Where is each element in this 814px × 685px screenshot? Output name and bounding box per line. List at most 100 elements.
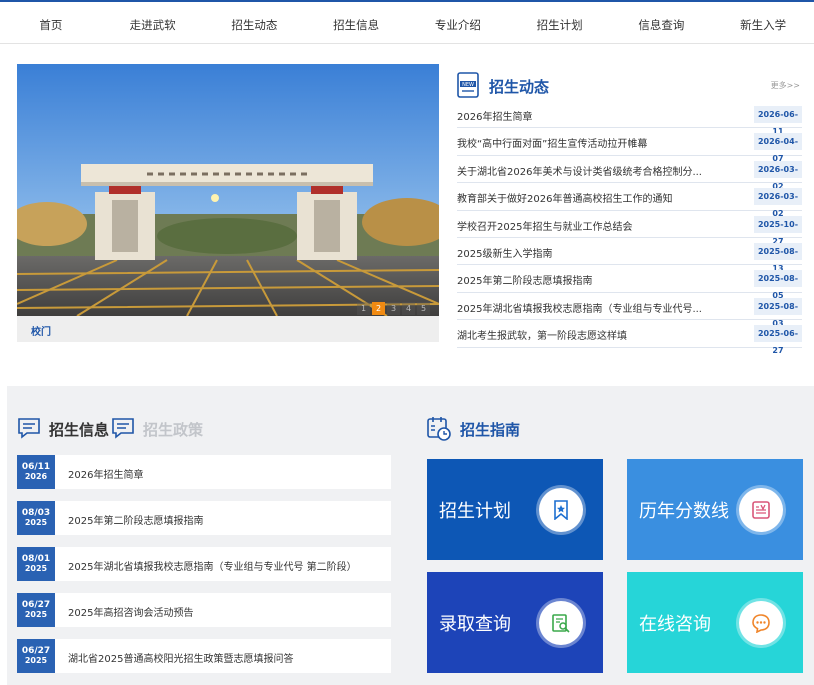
- tab-admission-policy[interactable]: 招生政策: [143, 419, 203, 440]
- news-item[interactable]: 关于湖北省2026年美术与设计类省级统考合格控制分... 2026-03-02: [457, 156, 802, 191]
- date-month-day: 08/01: [21, 554, 51, 564]
- news-item-date: 2025-08-13: [754, 242, 802, 273]
- search-doc-icon: [552, 614, 570, 633]
- news-item[interactable]: 2026年招生简章 2026-06-11: [457, 101, 802, 136]
- date-badge: 08/01 2025: [17, 547, 55, 581]
- list-item[interactable]: 06/27 2025 湖北省2025普通高校阳光招生政策暨志愿填报问答: [17, 639, 391, 673]
- slider-page-2[interactable]: 2: [372, 302, 385, 315]
- date-year: 2025: [24, 610, 48, 619]
- news-item-date: 2025-08-03: [754, 297, 802, 328]
- date-year: 2025: [24, 656, 48, 665]
- card-icon-circle: [739, 601, 783, 645]
- news-item-title: 我校“高中行面对面”招生宣传活动拉开帷幕: [457, 139, 648, 151]
- news-item-title: 2026年招生简章: [457, 112, 533, 123]
- date-month-day: 06/27: [21, 646, 51, 656]
- info-tabs: 招生信息 招生政策: [17, 415, 237, 443]
- news-item[interactable]: 湖北考生报武软，第一阶段志愿这样填 2025-06-27: [457, 320, 802, 355]
- news-item-title: 学校召开2025年招生与就业工作总结会: [457, 221, 633, 233]
- news-item-date: 2026-06-11: [754, 106, 802, 136]
- news-item-date: 2025-06-27: [754, 325, 802, 355]
- news-item-date: 2025-08-05: [754, 270, 802, 300]
- nav-majors[interactable]: 专业介绍: [407, 10, 509, 43]
- slider-pager: 1 2 3 4 5: [357, 302, 430, 315]
- guide-header: 招生指南: [426, 415, 626, 443]
- bookmark-icon: [554, 500, 568, 520]
- news-item[interactable]: 2025年第二阶段志愿填报指南 2025-08-05: [457, 265, 802, 300]
- card-label: 录取查询: [439, 614, 511, 635]
- list-item-title: 2025年第二阶段志愿填报指南: [68, 516, 204, 527]
- news-item-date: 2026-04-07: [754, 133, 802, 163]
- news-item[interactable]: 2025年湖北省填报我校志愿指南（专业组与专业代号... 2025-08-03: [457, 293, 802, 328]
- card-label: 在线咨询: [639, 614, 711, 635]
- news-item[interactable]: 2025级新生入学指南 2025-08-13: [457, 238, 802, 273]
- news-title: 招生动态: [489, 78, 550, 96]
- list-item-title: 湖北省2025普通高校阳光招生政策暨志愿填报问答: [68, 654, 294, 665]
- chat-icon: [752, 614, 770, 633]
- date-badge: 06/27 2025: [17, 639, 55, 673]
- nav-freshman[interactable]: 新生入学: [712, 10, 814, 43]
- nav-about[interactable]: 走进武软: [102, 10, 204, 43]
- list-item-title: 2026年招生简章: [68, 470, 144, 481]
- card-online-consult[interactable]: 在线咨询: [627, 572, 803, 673]
- slider-caption: 校门: [31, 327, 51, 338]
- news-item[interactable]: 我校“高中行面对面”招生宣传活动拉开帷幕 2026-04-07: [457, 128, 802, 163]
- news-item-title: 2025年第二阶段志愿填报指南: [457, 276, 593, 288]
- document-icon: [752, 501, 770, 519]
- date-year: 2025: [24, 518, 48, 527]
- news-item-title: 教育部关于做好2026年普通高校招生工作的通知: [457, 194, 673, 206]
- slider-page-5[interactable]: 5: [417, 302, 430, 315]
- nav-home[interactable]: 首页: [0, 10, 102, 43]
- nav-admission-plan[interactable]: 招生计划: [509, 10, 611, 43]
- news-panel: NEW 招生动态 更多>> 2026年招生简章 2026-06-11 我校“高中行…: [457, 72, 802, 355]
- nav-admission-news[interactable]: 招生动态: [204, 10, 306, 43]
- main-nav: 首页 走进武软 招生动态 招生信息 专业介绍 招生计划 信息查询 新生入学: [0, 10, 814, 44]
- message-icon: [18, 418, 40, 439]
- news-item-date: 2026-03-02: [754, 160, 802, 191]
- calendar-clock-icon: [427, 417, 451, 441]
- info-list: 06/11 2026 2026年招生简章 08/03 2025 2025年第二阶段志…: [17, 455, 391, 685]
- date-month-day: 06/27: [21, 600, 51, 610]
- slider-page-1[interactable]: 1: [357, 302, 370, 315]
- date-year: 2026: [24, 472, 48, 481]
- card-icon-circle: [739, 488, 783, 532]
- photo-slider: [17, 64, 439, 342]
- news-item-date: 2025-10-27: [754, 215, 802, 246]
- date-badge: 06/11 2026: [17, 455, 55, 489]
- tab-admission-info[interactable]: 招生信息: [49, 419, 109, 440]
- list-item[interactable]: 06/11 2026 2026年招生简章: [17, 455, 391, 489]
- card-label: 历年分数线: [639, 501, 729, 522]
- news-header: NEW 招生动态 更多>>: [457, 72, 802, 102]
- message-icon: [112, 418, 134, 439]
- card-score-history[interactable]: 历年分数线: [627, 459, 803, 560]
- card-label: 招生计划: [439, 501, 511, 522]
- list-item[interactable]: 08/01 2025 2025年湖北省填报我校志愿指南（专业组与专业代号 第二阶段…: [17, 547, 391, 581]
- slider-page-3[interactable]: 3: [387, 302, 400, 315]
- guide-title: 招生指南: [460, 421, 521, 439]
- list-item[interactable]: 06/27 2025 2025年高招咨询会活动预告: [17, 593, 391, 627]
- news-item-title: 关于湖北省2026年美术与设计类省级统考合格控制分...: [457, 166, 702, 178]
- date-badge: 06/27 2025: [17, 593, 55, 627]
- top-accent-line: [0, 0, 814, 2]
- news-list: 2026年招生简章 2026-06-11 我校“高中行面对面”招生宣传活动拉开帷幕…: [457, 101, 802, 355]
- news-item[interactable]: 学校召开2025年招生与就业工作总结会 2025-10-27: [457, 211, 802, 246]
- list-item-title: 2025年高招咨询会活动预告: [68, 608, 194, 619]
- news-icon: NEW: [457, 72, 479, 98]
- slider-page-4[interactable]: 4: [402, 302, 415, 315]
- card-icon-circle: [539, 488, 583, 532]
- news-item-title: 2025级新生入学指南: [457, 248, 553, 260]
- date-month-day: 08/03: [21, 508, 51, 518]
- news-more-link[interactable]: 更多>>: [771, 80, 800, 91]
- card-icon-circle: [539, 601, 583, 645]
- campus-gate-photo[interactable]: [17, 64, 439, 316]
- date-month-day: 06/11: [21, 462, 51, 472]
- nav-info-query[interactable]: 信息查询: [611, 10, 713, 43]
- date-year: 2025: [24, 564, 48, 573]
- list-item-title: 2025年湖北省填报我校志愿指南（专业组与专业代号 第二阶段）: [68, 562, 357, 573]
- card-admission-query[interactable]: 录取查询: [427, 572, 603, 673]
- card-admission-plan[interactable]: 招生计划: [427, 459, 603, 560]
- date-badge: 08/03 2025: [17, 501, 55, 535]
- list-item[interactable]: 08/03 2025 2025年第二阶段志愿填报指南: [17, 501, 391, 535]
- news-item[interactable]: 教育部关于做好2026年普通高校招生工作的通知 2026-03-02: [457, 183, 802, 218]
- news-item-date: 2026-03-02: [754, 188, 802, 218]
- nav-admission-info[interactable]: 招生信息: [305, 10, 407, 43]
